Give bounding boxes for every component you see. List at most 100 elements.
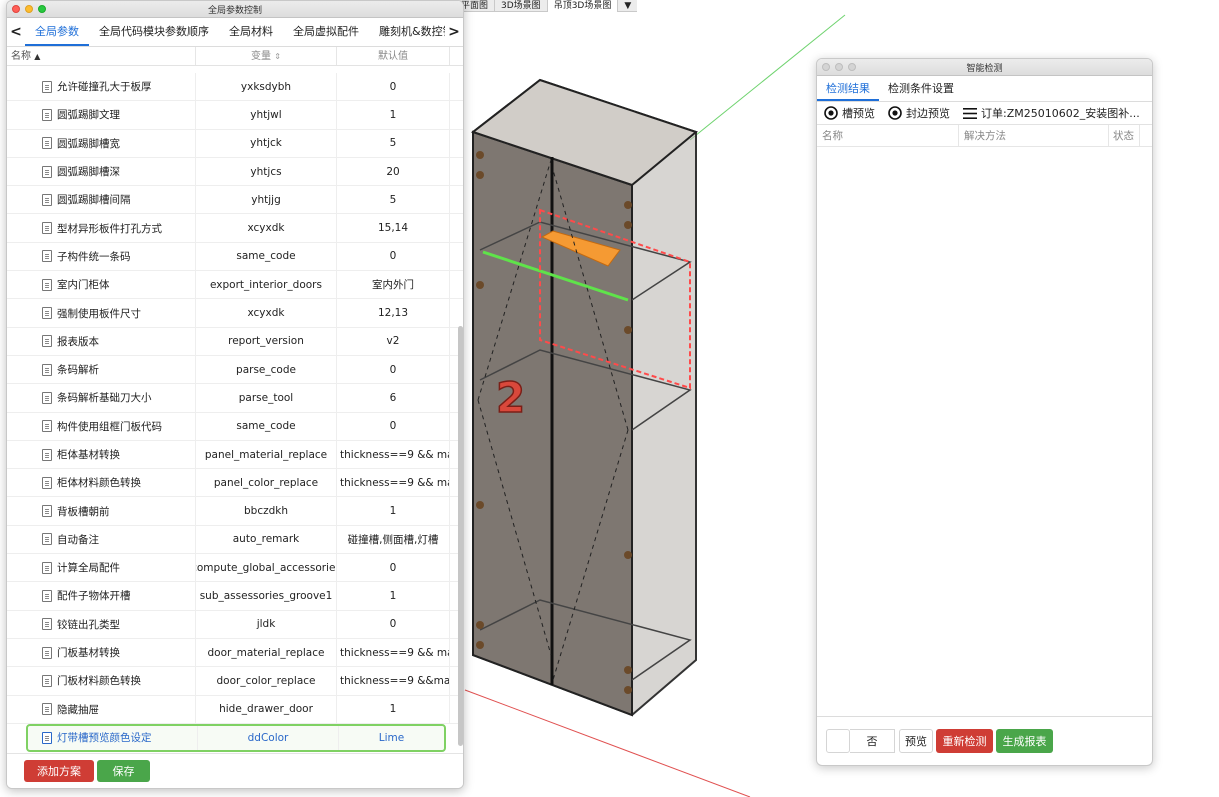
table-row[interactable]: 圆弧踢脚槽深 yhtjcs 20 <box>7 157 463 187</box>
add-scheme-button[interactable]: 添加方案 <box>24 760 94 782</box>
row-variable: sub_assessories_groove1 <box>196 582 337 610</box>
table-row[interactable]: 配件子物体开槽 sub_assessories_groove1 1 <box>7 582 463 611</box>
row-variable: panel_material_replace <box>196 440 337 469</box>
row-name: 配件子物体开槽 <box>57 590 131 603</box>
table-row-selected[interactable]: 灯带槽预览颜色设定 ddColor Lime <box>26 723 446 753</box>
scene-tab-dropdown-icon[interactable]: ▼ <box>618 1 637 11</box>
table-row[interactable]: 柜体材料颜色转换 panel_color_replace thickness==9 … <box>7 469 463 498</box>
row-value[interactable]: 室内外门 <box>337 271 450 299</box>
tab-prev-icon[interactable]: < <box>7 18 25 46</box>
row-value[interactable]: 0 <box>337 73 450 101</box>
row-value[interactable]: 6 <box>337 384 450 412</box>
row-name: 子构件统一条码 <box>57 250 131 263</box>
document-icon <box>42 278 52 291</box>
table-row[interactable]: 门板基材转换 door_material_replace thickness==9 … <box>7 638 463 668</box>
row-value[interactable]: 1 <box>337 101 450 129</box>
row-value[interactable]: Lime <box>339 726 444 750</box>
generate-report-button[interactable]: 生成报表 <box>996 729 1053 753</box>
column-header-solution[interactable]: 解决方法 <box>959 125 1109 146</box>
row-value[interactable]: 0 <box>337 554 450 582</box>
table-row[interactable]: 自动备注 auto_remark 碰撞槽,侧面槽,灯槽 <box>7 525 463 555</box>
tab-code-module-order[interactable]: 全局代码模块参数顺序 <box>89 18 219 46</box>
column-header-name[interactable]: 名称 <box>817 125 959 146</box>
row-value[interactable]: v2 <box>337 327 450 355</box>
row-value[interactable]: 20 <box>337 157 450 186</box>
document-icon <box>42 618 52 631</box>
tab-global-params[interactable]: 全局参数 <box>25 18 89 46</box>
param-table-body: 允许碰撞孔大于板厚 yxksdybh 0 圆弧踢脚文理 yhtjwl 1 圆弧踢脚槽宽 yht… <box>7 73 463 753</box>
table-row[interactable]: 圆弧踢脚文理 yhtjwl 1 <box>7 101 463 130</box>
row-value[interactable]: 5 <box>337 186 450 214</box>
title-bar[interactable]: 智能检测 <box>817 59 1152 76</box>
row-variable: yhtjcs <box>196 157 337 186</box>
tab-next-icon[interactable]: > <box>445 18 463 46</box>
save-button[interactable]: 保存 <box>97 760 150 782</box>
scene-tab-3d[interactable]: 3D场景图 <box>495 0 548 12</box>
no-option[interactable]: 否 <box>850 729 895 753</box>
row-value[interactable]: thickness==9 && mate <box>337 638 450 667</box>
preview-button[interactable]: 预览 <box>899 729 933 753</box>
row-value[interactable]: 15,14 <box>337 214 450 242</box>
row-value[interactable]: 0 <box>337 412 450 440</box>
table-row[interactable]: 圆弧踢脚槽间隔 yhtjjg 5 <box>7 186 463 215</box>
column-header-name[interactable]: 名称 ▲ <box>7 47 196 65</box>
table-row[interactable]: 条码解析基础刀大小 parse_tool 6 <box>7 384 463 413</box>
vertical-scrollbar[interactable] <box>458 326 463 746</box>
row-value[interactable]: 碰撞槽,侧面槽,灯槽 <box>337 525 450 554</box>
slot-preview-toggle[interactable]: 槽预览 <box>824 105 875 121</box>
row-value[interactable]: 12,13 <box>337 299 450 327</box>
filter-input[interactable] <box>826 729 850 753</box>
row-value[interactable]: 0 <box>337 242 450 271</box>
row-variable: yhtjck <box>196 129 337 157</box>
row-name: 报表版本 <box>57 335 99 348</box>
document-icon <box>42 533 52 546</box>
table-row[interactable]: 子构件统一条码 same_code 0 <box>7 242 463 272</box>
row-variable: door_material_replace <box>196 638 337 667</box>
row-value[interactable]: 5 <box>337 129 450 157</box>
table-row[interactable]: 报表版本 report_version v2 <box>7 327 463 356</box>
row-name: 条码解析基础刀大小 <box>57 392 152 405</box>
row-value[interactable]: thickness==9 && mate <box>337 440 450 469</box>
recheck-button[interactable]: 重新检测 <box>936 729 993 753</box>
row-variable: bbczdkh <box>196 497 337 525</box>
table-row[interactable]: 圆弧踢脚槽宽 yhtjck 5 <box>7 129 463 158</box>
tab-global-materials[interactable]: 全局材料 <box>219 18 283 46</box>
document-icon <box>42 250 52 263</box>
row-name: 强制使用板件尺寸 <box>57 307 141 320</box>
row-variable: jldk <box>196 610 337 638</box>
row-value[interactable]: 0 <box>337 355 450 384</box>
table-row[interactable]: 室内门柜体 export_interior_doors 室内外门 <box>7 271 463 300</box>
table-row[interactable]: 背板槽朝前 bbczdkh 1 <box>7 497 463 526</box>
row-value[interactable]: thickness==9 && mate <box>337 469 450 497</box>
tab-virtual-accessories[interactable]: 全局虚拟配件 <box>283 18 369 46</box>
table-row[interactable]: 铰链出孔类型 jldk 0 <box>7 610 463 639</box>
table-row[interactable]: 柜体基材转换 panel_material_replace thickness==9… <box>7 440 463 470</box>
column-header-status[interactable]: 状态 <box>1109 125 1140 146</box>
table-row[interactable]: 允许碰撞孔大于板厚 yxksdybh 0 <box>7 73 463 102</box>
order-menu[interactable]: 订单:ZM25010602_安装图补... <box>963 105 1140 121</box>
column-header-variable[interactable]: 变量 ⇕ <box>196 47 337 65</box>
row-value[interactable]: thickness==9 &&mater <box>337 667 450 695</box>
table-row[interactable]: 计算全局配件 compute_global_accessories 0 <box>7 554 463 583</box>
edge-preview-toggle[interactable]: 封边预览 <box>888 105 950 121</box>
smart-check-window: 智能检测 检测结果 检测条件设置 槽预览 封边预览 订单:ZM25010602_… <box>816 58 1153 766</box>
tab-check-settings[interactable]: 检测条件设置 <box>879 76 963 101</box>
row-value[interactable]: 1 <box>337 695 450 723</box>
tab-check-results[interactable]: 检测结果 <box>817 76 879 101</box>
table-row[interactable]: 型材异形板件打孔方式 xcyxdk 15,14 <box>7 214 463 243</box>
row-value[interactable]: 1 <box>337 582 450 610</box>
title-bar[interactable]: 全局参数控制 <box>7 1 463 18</box>
column-header-default[interactable]: 默认值 <box>337 47 450 65</box>
row-value[interactable]: 0 <box>337 610 450 638</box>
table-row[interactable]: 强制使用板件尺寸 xcyxdk 12,13 <box>7 299 463 328</box>
row-variable: yhtjjg <box>196 186 337 214</box>
table-row[interactable]: 门板材料颜色转换 door_color_replace thickness==9 &… <box>7 667 463 696</box>
table-row[interactable]: 构件使用组框门板代码 same_code 0 <box>7 412 463 441</box>
table-row[interactable]: 条码解析 parse_code 0 <box>7 355 463 385</box>
sort-asc-icon: ▲ <box>34 52 41 61</box>
row-name: 铰链出孔类型 <box>57 618 120 631</box>
table-row[interactable]: 隐藏抽屉 hide_drawer_door 1 <box>7 695 463 724</box>
tab-cnc-drilling[interactable]: 雕刻机&数控钻孔 <box>369 18 445 46</box>
scene-tab-ceiling-3d[interactable]: 吊顶3D场景图 <box>547 0 619 12</box>
row-value[interactable]: 1 <box>337 497 450 525</box>
